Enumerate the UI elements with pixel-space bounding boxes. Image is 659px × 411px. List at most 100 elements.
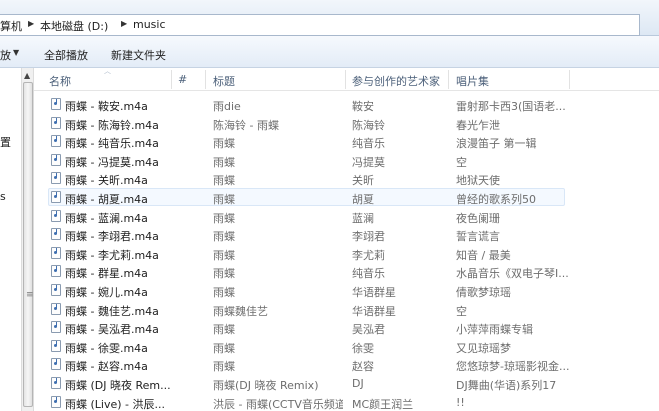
nav-scrollbar[interactable]: ▲ ≡ [21, 68, 34, 411]
table-row[interactable]: 雨蝶 - 胡夏.m4a 雨蝶 胡夏 曾经的歌系列50 [34, 187, 659, 207]
nav-item[interactable]: s [0, 190, 6, 203]
table-row[interactable]: 雨蝶 - 蓝澜.m4a 雨蝶 蓝澜 夜色阑珊 [34, 207, 659, 226]
breadcrumb-separator-icon[interactable]: ▶ [121, 19, 127, 28]
column-header-artists[interactable]: 参与创作的艺术家 [352, 73, 440, 89]
audio-file-icon [51, 302, 61, 315]
file-artist: 赵容 [352, 360, 374, 374]
file-album: 空 [456, 304, 467, 318]
file-album: 水晶音乐《双电子琴I... [456, 267, 569, 281]
file-artist: DJ [352, 376, 364, 390]
table-row[interactable]: 雨蝶 - 赵容.m4a 雨蝶 赵容 您悠琼梦-琼瑶影视金... [34, 355, 659, 374]
file-name: 雨蝶 - 魏佳艺.m4a [65, 304, 159, 318]
file-name: 雨蝶 - 冯提莫.m4a [65, 155, 159, 169]
scrollbar-thumb[interactable]: ≡ [23, 82, 34, 407]
file-album: 春光乍泄 [456, 118, 500, 132]
play-all-button[interactable]: 全部播放 [44, 47, 88, 63]
file-album: 夜色阑珊 [456, 211, 500, 225]
sort-ascending-icon: ︿ [104, 67, 111, 75]
file-name: 雨蝶 (Live) - 洪辰... [65, 397, 165, 411]
column-divider[interactable] [448, 70, 449, 89]
file-title: 雨蝶 [213, 230, 235, 244]
audio-file-icon [51, 283, 61, 296]
table-row[interactable]: 雨蝶 - 关昕.m4a 雨蝶 关昕 地狱天使 [34, 169, 659, 188]
file-artist: 冯提莫 [352, 155, 385, 169]
table-row[interactable]: 雨蝶 (Live) - 洪辰... 洪辰 - 雨蝶(CCTV音乐频道) MC颜王润兰… [34, 393, 659, 411]
column-header-row: ︿ 名称 # 标题 参与创作的艺术家 唱片集 [34, 67, 659, 91]
file-album: 雷射那卡西3(国语老... [456, 100, 566, 113]
file-name: 雨蝶 - 群星.m4a [65, 267, 148, 281]
file-name: 雨蝶 - 蓝澜.m4a [65, 211, 148, 225]
breadcrumb-music[interactable]: music [133, 18, 166, 31]
navigation-pane[interactable]: 置 s [0, 68, 21, 411]
file-name: 雨蝶 - 吴泓君.m4a [65, 323, 159, 337]
file-album: DJ舞曲(华语)系列17 [456, 378, 557, 392]
audio-file-icon [51, 209, 61, 222]
file-artist: MC颜王润兰 [352, 397, 414, 411]
file-album: 誓言谎言 [456, 230, 500, 244]
file-album: 浪漫笛子 第一辑 [456, 137, 537, 151]
file-artist: 纯音乐 [352, 137, 385, 151]
new-folder-button[interactable]: 新建文件夹 [111, 47, 166, 63]
file-album: 空 [456, 155, 467, 169]
table-row[interactable]: 雨蝶 - 鞍安.m4a 雨die 鞍安 雷射那卡西3(国语老... [34, 95, 659, 114]
table-row[interactable]: 雨蝶 - 陈海铃.m4a 陈海铃 - 雨蝶 陈海铃 春光乍泄 [34, 114, 659, 133]
table-row[interactable]: 雨蝶 - 吴泓君.m4a 雨蝶 吴泓君 小萍萍雨蝶专辑 [34, 318, 659, 337]
chevron-down-icon[interactable]: ▼ [13, 48, 19, 57]
scroll-up-arrow-icon[interactable]: ▲ [24, 71, 30, 80]
organize-button[interactable]: 放 [0, 47, 11, 63]
file-artist: 徐雯 [352, 341, 374, 355]
column-divider[interactable] [569, 70, 570, 89]
file-title: 雨蝶 [213, 211, 235, 225]
file-name: 雨蝶 - 赵容.m4a [65, 360, 148, 374]
nav-item[interactable]: 置 [0, 134, 11, 150]
audio-file-icon [51, 98, 61, 110]
file-artist: 胡夏 [352, 192, 374, 206]
breadcrumb-computer[interactable]: 算机 [0, 18, 22, 34]
file-title: 雨蝶 [213, 285, 235, 299]
breadcrumb-drive-d[interactable]: 本地磁盘 (D:) [40, 18, 108, 34]
table-row[interactable]: 雨蝶 - 纯音乐.m4a 雨蝶 纯音乐 浪漫笛子 第一辑 [34, 132, 659, 151]
table-row[interactable]: 雨蝶 - 徐雯.m4a 雨蝶 徐雯 又见琼瑶梦 [34, 337, 659, 356]
file-artist: 陈海铃 [352, 118, 385, 132]
file-title: 雨蝶 [213, 360, 235, 374]
file-title: 雨蝶魏佳艺 [213, 304, 268, 318]
audio-file-icon [51, 135, 61, 148]
table-row[interactable]: 雨蝶 (DJ 晓夜 Rem... 雨蝶(DJ 晓夜 Remix) DJ DJ舞曲(华语… [34, 374, 659, 393]
file-name: 雨蝶 - 李翊君.m4a [65, 230, 159, 244]
file-rows: 雨蝶 - 鞍安.m4a 雨die 鞍安 雷射那卡西3(国语老... 雨蝶 - 陈海铃.m… [34, 95, 659, 411]
column-header-name[interactable]: 名称 [49, 73, 71, 89]
table-row[interactable]: 雨蝶 - 李翊君.m4a 雨蝶 李翊君 誓言谎言 [34, 225, 659, 244]
file-title: 洪辰 - 雨蝶(CCTV音乐频道) [213, 397, 343, 411]
column-divider[interactable] [171, 70, 172, 89]
table-row[interactable]: 雨蝶 - 魏佳艺.m4a 雨蝶魏佳艺 华语群星 空 [34, 300, 659, 319]
file-album: !! [456, 395, 465, 409]
file-name: 雨蝶 - 鞍安.m4a [65, 100, 148, 113]
file-artist: 鞍安 [352, 100, 374, 113]
audio-file-icon [51, 153, 61, 166]
file-album: 倩歌梦琼瑶 [456, 285, 511, 299]
column-header-title[interactable]: 标题 [213, 73, 235, 89]
audio-file-icon [51, 395, 61, 408]
file-name: 雨蝶 - 胡夏.m4a [65, 192, 148, 206]
column-divider[interactable] [345, 70, 346, 89]
file-album: 知音 / 最美 [456, 248, 511, 262]
table-row[interactable]: 雨蝶 - 婉儿.m4a 雨蝶 华语群星 倩歌梦琼瑶 [34, 281, 659, 300]
audio-file-icon [51, 172, 61, 185]
file-list[interactable]: ︿ 名称 # 标题 参与创作的艺术家 唱片集 雨蝶 - 鞍安.m4a 雨die 鞍安… [34, 67, 659, 411]
breadcrumb-separator-icon[interactable]: ▶ [28, 19, 34, 28]
file-title: 雨蝶 [213, 174, 235, 188]
table-row[interactable]: 雨蝶 - 群星.m4a 雨蝶 纯音乐 水晶音乐《双电子琴I... [34, 262, 659, 281]
audio-file-icon [51, 228, 61, 241]
column-divider[interactable] [205, 70, 206, 89]
column-header-number[interactable]: # [178, 73, 187, 86]
file-artist: 华语群星 [352, 285, 396, 299]
file-name: 雨蝶 - 婉儿.m4a [65, 285, 148, 299]
file-name: 雨蝶 - 徐雯.m4a [65, 341, 148, 355]
column-header-album[interactable]: 唱片集 [456, 73, 489, 89]
file-album: 曾经的歌系列50 [456, 192, 536, 206]
grip-icon: ≡ [26, 290, 34, 300]
table-row[interactable]: 雨蝶 - 冯提莫.m4a 雨蝶 冯提莫 空 [34, 151, 659, 170]
file-artist: 李尤莉 [352, 248, 385, 262]
table-row[interactable]: 雨蝶 - 李尤莉.m4a 雨蝶 李尤莉 知音 / 最美 [34, 244, 659, 263]
file-title: 雨蝶 [213, 323, 235, 337]
